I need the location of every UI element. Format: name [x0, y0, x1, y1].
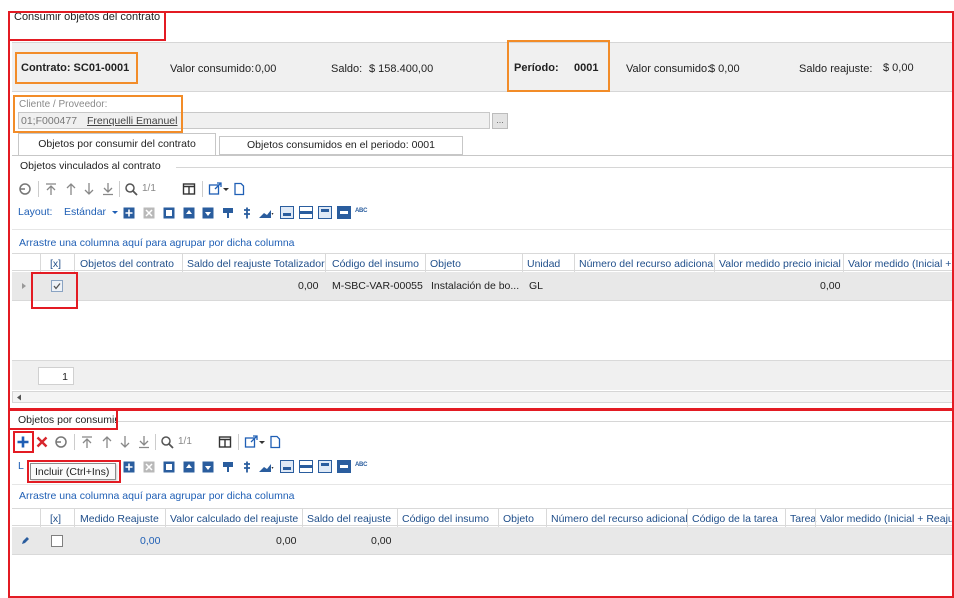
highlight-lower-frame: [8, 408, 954, 598]
highlight-period: [507, 40, 610, 92]
highlight-add-button: [13, 431, 34, 453]
highlight-tooltip: [27, 460, 121, 483]
highlight-contract: [15, 52, 138, 84]
highlight-pending-title: [8, 408, 118, 430]
highlight-client: [13, 95, 183, 133]
highlight-checkbox: [31, 272, 78, 309]
highlight-window-frame: [8, 11, 954, 411]
highlight-title: [8, 11, 166, 41]
